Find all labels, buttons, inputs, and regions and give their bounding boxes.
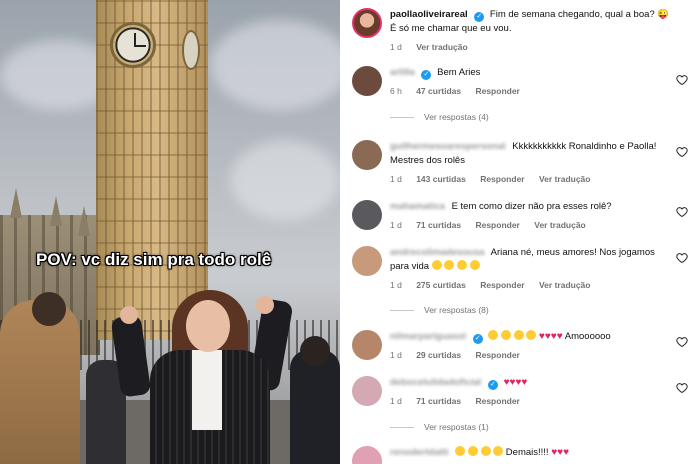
- comment-avatar[interactable]: [352, 200, 382, 230]
- replies-divider: [390, 426, 414, 428]
- comment-avatar[interactable]: [352, 66, 382, 96]
- like-heart-icon[interactable]: [676, 146, 688, 158]
- cloud: [230, 140, 340, 220]
- man-foreground: [0, 300, 80, 464]
- comment-hearts: ♥♥♥: [551, 447, 570, 458]
- post-time: 1 d: [390, 42, 402, 52]
- comment-avatar[interactable]: [352, 446, 382, 464]
- reply-button[interactable]: Responder: [480, 174, 524, 184]
- pedestrian-head: [300, 336, 330, 366]
- woman-shirt: [192, 350, 222, 430]
- comment-likes[interactable]: 47 curtidas: [416, 86, 461, 96]
- comment-text: Amoooooo: [564, 331, 611, 342]
- comment-avatar[interactable]: [352, 140, 382, 170]
- verified-icon: ✓: [474, 12, 485, 22]
- comment-avatar[interactable]: [352, 246, 382, 276]
- woman-face: [186, 300, 230, 352]
- spire: [78, 206, 90, 236]
- spire: [50, 196, 62, 226]
- comment-username[interactable]: andrecolimadesousa: [390, 247, 485, 258]
- comment-username[interactable]: nilmarpariguassl: [390, 331, 466, 342]
- comment-likes[interactable]: 275 curtidas: [416, 280, 466, 290]
- like-heart-icon[interactable]: [676, 336, 688, 348]
- view-replies-label[interactable]: Ver respostas (1): [424, 422, 489, 432]
- comment-time: 6 h: [390, 86, 402, 96]
- comment-text: E tem como dizer não pra esses rolê?: [451, 201, 612, 212]
- comment-time: 1 d: [390, 280, 402, 290]
- clock-face: [110, 22, 156, 68]
- comment-username[interactable]: renodertdatti: [390, 447, 449, 458]
- laughing-emoji: [431, 260, 480, 272]
- view-replies-button[interactable]: Ver respostas (8): [390, 305, 489, 315]
- comment-time: 1 d: [390, 220, 402, 230]
- comment-likes[interactable]: 143 curtidas: [416, 174, 466, 184]
- comment-text: Bem Aries: [437, 67, 481, 78]
- translate-link[interactable]: Ver tradução: [539, 174, 591, 184]
- view-replies-button[interactable]: Ver respostas (4): [390, 112, 489, 122]
- comment-time: 1 d: [390, 350, 402, 360]
- reply-button[interactable]: Responder: [480, 280, 524, 290]
- translate-link[interactable]: Ver tradução: [534, 220, 586, 230]
- replies-divider: [390, 309, 414, 311]
- comment-username[interactable]: debocelulidadoficial: [390, 377, 481, 388]
- comment-hearts: ♥♥♥♥: [503, 377, 528, 388]
- comment-emojis: ♥♥♥♥: [488, 330, 563, 342]
- comment-avatar[interactable]: [352, 376, 382, 406]
- reply-button[interactable]: Responder: [475, 86, 519, 96]
- comment-username[interactable]: arlilla: [390, 67, 415, 78]
- view-replies-label[interactable]: Ver respostas (8): [424, 305, 489, 315]
- view-replies-button[interactable]: Ver respostas (1): [390, 422, 489, 432]
- post-translate-link[interactable]: Ver tradução: [416, 42, 468, 52]
- reply-button[interactable]: Responder: [475, 396, 519, 406]
- post-caption-line2: É só me chamar que eu vou.: [390, 23, 512, 34]
- cloud: [210, 20, 340, 110]
- verified-icon: ✓: [487, 380, 498, 390]
- like-heart-icon[interactable]: [676, 252, 688, 264]
- clock-face-side: [182, 30, 200, 70]
- woman-fist: [120, 306, 138, 324]
- comment-username[interactable]: mahamatica: [390, 201, 445, 212]
- verified-icon: ✓: [421, 70, 432, 80]
- replies-divider: [390, 116, 414, 118]
- post-author-username[interactable]: paollaoliveirareal: [390, 9, 468, 20]
- like-heart-icon[interactable]: [676, 74, 688, 86]
- like-heart-icon[interactable]: [676, 382, 688, 394]
- comment-text: Demais!!!!: [505, 447, 549, 458]
- woman-fist: [256, 296, 274, 314]
- translate-link[interactable]: Ver tradução: [539, 280, 591, 290]
- post-author-avatar[interactable]: [352, 8, 382, 38]
- view-replies-label[interactable]: Ver respostas (4): [424, 112, 489, 122]
- comment-time: 1 d: [390, 174, 402, 184]
- post-caption-line1: Fim de semana chegando, qual a boa? 😜: [489, 9, 670, 20]
- comment-likes[interactable]: 71 curtidas: [416, 396, 461, 406]
- like-heart-icon[interactable]: [676, 206, 688, 218]
- man-head: [32, 292, 66, 326]
- comment-time: 1 d: [390, 396, 402, 406]
- reply-button[interactable]: Responder: [475, 220, 519, 230]
- comment-emojis: [455, 446, 504, 458]
- video-caption: POV: vc diz sim pra todo rolê: [36, 250, 272, 269]
- pedestrian: [290, 350, 340, 464]
- spire: [10, 188, 22, 218]
- comments-panel[interactable]: paollaoliveirareal ✓ Fim de semana chega…: [340, 0, 696, 464]
- verified-icon: ✓: [472, 334, 483, 344]
- comment-likes[interactable]: 29 curtidas: [416, 350, 461, 360]
- comment-username[interactable]: guilhermesoarespersonal: [390, 141, 506, 152]
- video-frame[interactable]: POV: vc diz sim pra todo rolê: [0, 0, 340, 464]
- reply-button[interactable]: Responder: [475, 350, 519, 360]
- comment-avatar[interactable]: [352, 330, 382, 360]
- comment-likes[interactable]: 71 curtidas: [416, 220, 461, 230]
